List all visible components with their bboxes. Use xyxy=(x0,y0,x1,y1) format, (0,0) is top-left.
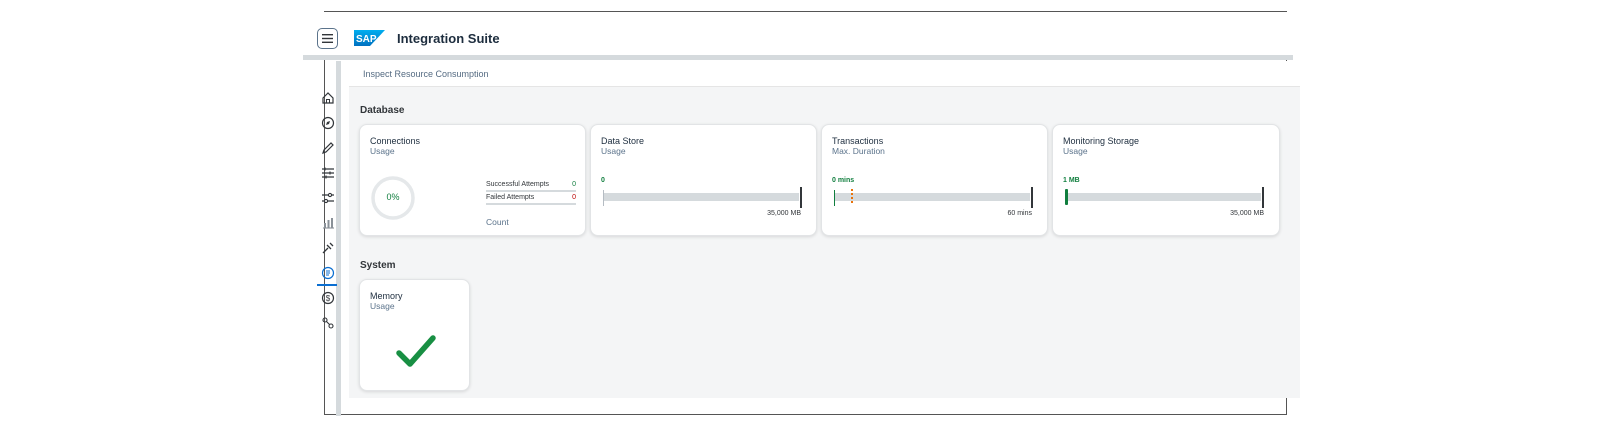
sap-logo[interactable]: SAP xyxy=(354,30,385,46)
card-subtitle: Usage xyxy=(370,301,395,311)
monitoring-storage-bar xyxy=(1066,193,1261,201)
transactions-threshold-marker xyxy=(851,189,853,205)
section-title-database: Database xyxy=(360,105,405,116)
nav-divider xyxy=(336,61,341,416)
app-title: Integration Suite xyxy=(397,31,500,46)
card-connections[interactable]: Connections Usage 0% Successful Attempts… xyxy=(359,124,586,236)
transactions-bar xyxy=(835,193,1030,201)
successful-attempts-label: Successful Attempts xyxy=(486,181,550,188)
configure-list-icon[interactable] xyxy=(319,164,336,181)
card-title: Transactions xyxy=(832,136,884,146)
side-navigation: $ xyxy=(311,61,346,416)
bar-start-tick xyxy=(603,190,604,206)
bar-start-tick xyxy=(834,190,835,206)
bar-end-tick xyxy=(1262,187,1264,208)
successful-attempts-value: 0 xyxy=(572,181,576,188)
data-store-bar xyxy=(604,193,799,201)
monitoring-storage-max: 35,000 MB xyxy=(1230,210,1264,217)
test-tool-icon[interactable] xyxy=(319,239,336,256)
app-window: SAP Integration Suite $ Inspect Resource… xyxy=(303,11,1300,416)
analytics-bar-icon[interactable] xyxy=(319,214,336,231)
card-title: Memory xyxy=(370,291,403,301)
card-subtitle: Usage xyxy=(370,146,395,156)
card-subtitle: Max. Duration xyxy=(832,146,885,156)
bar-end-tick xyxy=(1031,187,1033,208)
bar-end-tick xyxy=(800,187,802,208)
settings-nodes-icon[interactable] xyxy=(319,314,336,331)
breadcrumb-bar: Inspect Resource Consumption xyxy=(349,61,1300,87)
card-title: Data Store xyxy=(601,136,645,146)
breadcrumb: Inspect Resource Consumption xyxy=(363,69,489,79)
failed-attempts-row: Failed Attempts 0 xyxy=(486,193,576,205)
svg-text:SAP: SAP xyxy=(356,34,377,45)
card-title: Monitoring Storage xyxy=(1063,136,1140,146)
dollar-icon[interactable]: $ xyxy=(319,289,336,306)
svg-text:$: $ xyxy=(325,294,330,303)
card-transactions[interactable]: Transactions Max. Duration 0 mins 60 min… xyxy=(821,124,1048,236)
transactions-max: 60 mins xyxy=(1007,210,1032,217)
discover-icon[interactable] xyxy=(319,114,336,131)
transactions-value: 0 mins xyxy=(832,177,855,184)
card-subtitle: Usage xyxy=(1063,146,1088,156)
card-subtitle: Usage xyxy=(601,146,626,156)
data-store-max: 35,000 MB xyxy=(767,210,801,217)
hamburger-menu-icon xyxy=(322,30,333,48)
checkmark-icon xyxy=(396,335,436,367)
section-title-system: System xyxy=(360,260,396,271)
failed-attempts-value: 0 xyxy=(572,194,576,201)
card-monitoring-storage[interactable]: Monitoring Storage Usage 1 MB 35,000 MB xyxy=(1052,124,1280,236)
design-pencil-icon[interactable] xyxy=(319,139,336,156)
monitoring-storage-current-marker xyxy=(1065,189,1068,205)
connections-percent: 0% xyxy=(386,192,400,202)
failed-attempts-label: Failed Attempts xyxy=(486,194,535,201)
shell-bar: SAP Integration Suite xyxy=(303,12,1300,60)
shell-divider xyxy=(303,55,1293,60)
inspect-icon[interactable] xyxy=(317,264,337,286)
hamburger-menu-button[interactable] xyxy=(317,28,338,49)
card-data-store[interactable]: Data Store Usage 0 35,000 MB xyxy=(590,124,817,236)
home-icon[interactable] xyxy=(319,89,336,106)
page-content: Inspect Resource Consumption Database Co… xyxy=(349,61,1300,398)
successful-attempts-row: Successful Attempts 0 xyxy=(486,180,576,192)
data-store-value: 0 xyxy=(601,177,605,184)
monitoring-storage-value: 1 MB xyxy=(1063,177,1080,184)
card-title: Connections xyxy=(370,136,421,146)
count-label: Count xyxy=(486,217,509,227)
monitor-sliders-icon[interactable] xyxy=(319,189,336,206)
card-memory[interactable]: Memory Usage xyxy=(359,279,470,391)
